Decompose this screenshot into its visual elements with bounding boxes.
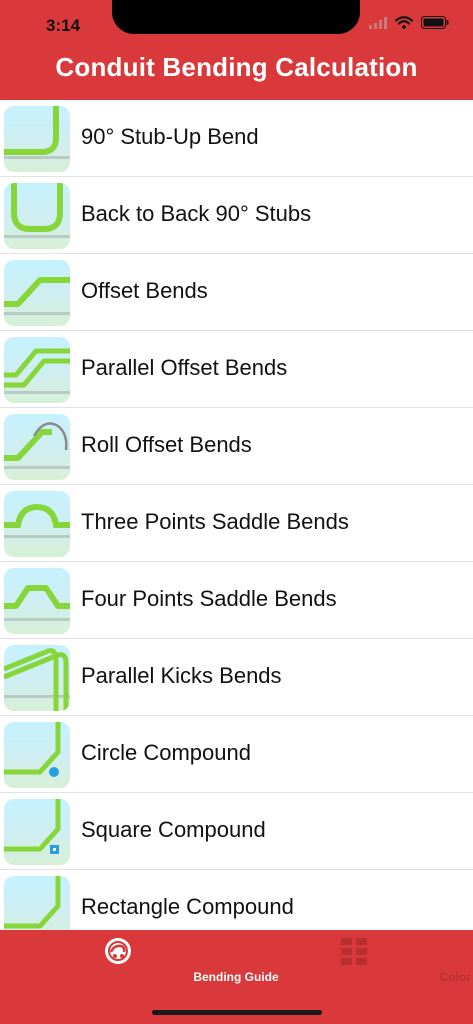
list-item-label: Offset Bends xyxy=(81,278,208,303)
tab-bending-guide[interactable]: Bending Guide xyxy=(0,930,279,990)
list-item-label: Rectangle Compound xyxy=(81,894,294,919)
list-item-label: Back to Back 90° Stubs xyxy=(81,201,312,226)
four-point-saddle-icon xyxy=(4,568,70,634)
page-title: Conduit Bending Calculation xyxy=(55,52,418,82)
roll-offset-bend-icon xyxy=(4,414,70,480)
cellular-icon xyxy=(369,16,387,29)
list-item[interactable]: Circle Compound xyxy=(0,716,473,793)
three-point-saddle-icon xyxy=(4,491,70,557)
home-indicator xyxy=(152,1010,322,1015)
list-item[interactable]: Offset Bends xyxy=(0,254,473,331)
list-item-label: Roll Offset Bends xyxy=(81,432,252,457)
list-item[interactable]: Rectangle Compound xyxy=(0,870,473,930)
square-compound-icon xyxy=(4,799,70,865)
tab-bar: Bending Guide Color Code xyxy=(0,930,473,1024)
grid-icon xyxy=(341,938,367,965)
status-bar: 3:14 xyxy=(0,0,473,50)
offset-bend-icon xyxy=(4,260,70,326)
list-item-label: Four Points Saddle Bends xyxy=(81,586,337,611)
list-item-label: Circle Compound xyxy=(81,740,251,765)
rectangle-compound-icon xyxy=(4,876,70,930)
header: 3:14 Conduit Bending Calculation xyxy=(0,0,473,100)
list-item[interactable]: Four Points Saddle Bends xyxy=(0,562,473,639)
tab-label: Color Code xyxy=(439,970,473,984)
list-item-label: 90° Stub-Up Bend xyxy=(81,124,259,149)
parallel-offset-bend-icon xyxy=(4,337,70,403)
list-item-label: Parallel Kicks Bends xyxy=(81,663,282,688)
tab-color-code[interactable]: Color Code xyxy=(236,930,473,990)
list-item[interactable]: Square Compound xyxy=(0,793,473,870)
bender-logo-icon xyxy=(105,938,131,964)
stub-up-bend-icon xyxy=(4,106,70,172)
list-item[interactable]: Parallel Offset Bends xyxy=(0,331,473,408)
status-time: 3:14 xyxy=(46,16,81,35)
wifi-icon xyxy=(395,16,413,29)
list-item[interactable]: Parallel Kicks Bends xyxy=(0,639,473,716)
list-item-label: Three Points Saddle Bends xyxy=(81,509,349,534)
list-item[interactable]: 90° Stub-Up Bend xyxy=(0,100,473,177)
status-icons xyxy=(369,16,449,29)
list-item[interactable]: Back to Back 90° Stubs xyxy=(0,177,473,254)
list-item-label: Parallel Offset Bends xyxy=(81,355,288,380)
device-notch xyxy=(112,0,360,34)
list-item-label: Square Compound xyxy=(81,817,266,842)
app-screen: 3:14 Conduit Bending Calculation 90° Stu… xyxy=(0,0,473,1024)
list-item[interactable]: Three Points Saddle Bends xyxy=(0,485,473,562)
bend-list[interactable]: 90° Stub-Up Bend Back to Back 90° Stubs … xyxy=(0,100,473,930)
list-item[interactable]: Roll Offset Bends xyxy=(0,408,473,485)
battery-icon xyxy=(421,16,449,29)
parallel-kicks-bend-icon xyxy=(4,645,70,711)
back-to-back-stubs-icon xyxy=(4,183,70,249)
circle-compound-icon xyxy=(4,722,70,788)
